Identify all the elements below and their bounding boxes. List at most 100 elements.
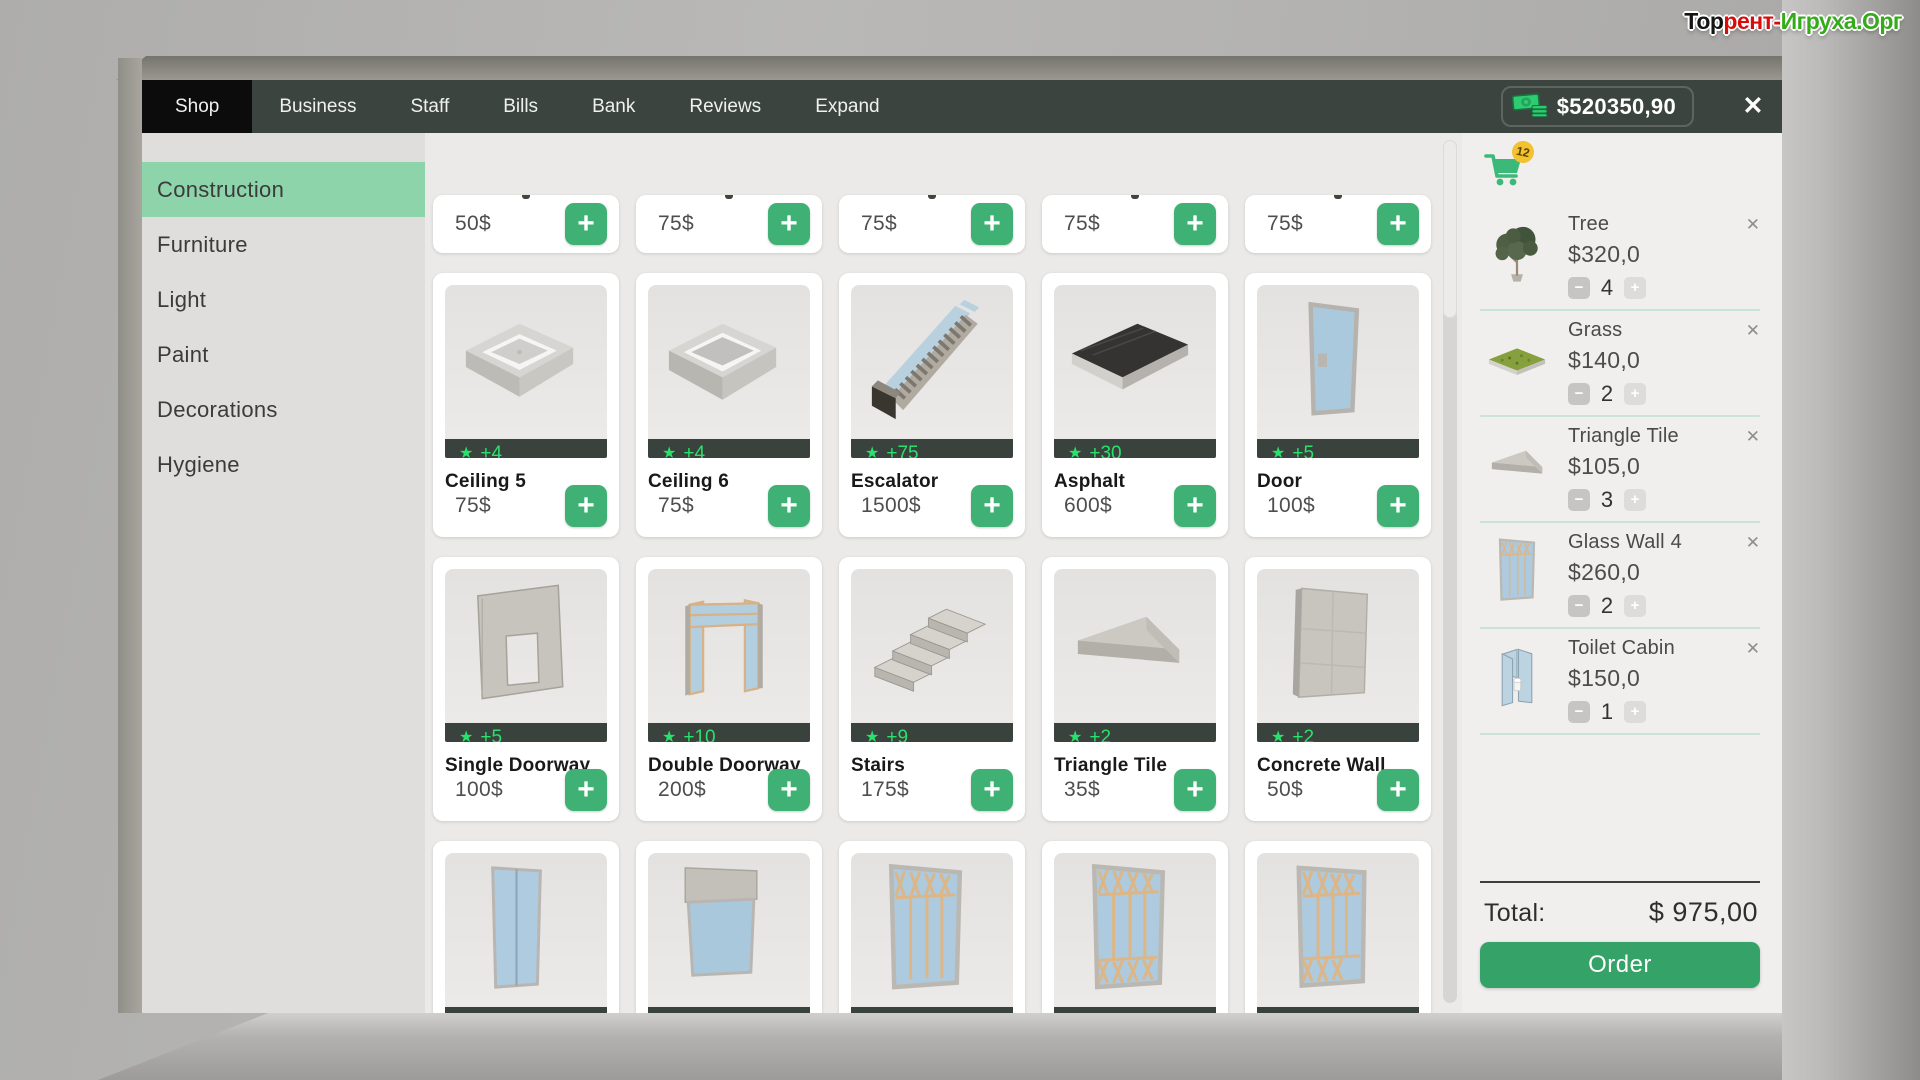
product-card-partial: ★+6 [1245,841,1431,1013]
sidebar-item-furniture[interactable]: Furniture [142,217,425,272]
cart-item-quantity: −2 + [1568,381,1646,407]
rating-ribbon: ★ +4 [648,439,810,458]
add-to-cart-button[interactable]: + [565,769,607,811]
increase-quantity-button[interactable]: + [1624,277,1646,299]
remove-item-button[interactable]: ✕ [1746,321,1760,341]
rating-value: +5 [480,1011,502,1013]
add-to-cart-button[interactable]: + [1377,769,1419,811]
increase-quantity-button[interactable]: + [1624,489,1646,511]
balance-amount: $520350,90 [1556,93,1676,119]
add-to-cart-button[interactable]: + [768,485,810,527]
rating-ribbon: ★+5 [1257,439,1419,458]
cart-footer: Total: $ 975,00 Order [1480,881,1760,988]
close-button[interactable]: ✕ [1724,80,1782,133]
cart-item: Toilet Cabin $150,0 −1 + ✕ [1480,629,1760,729]
product-price-row: 50$ + [445,203,607,245]
product-image [851,285,1013,440]
concrete-wall-icon [1257,569,1419,723]
order-button[interactable]: Order [1480,942,1760,988]
decrease-quantity-button[interactable]: − [1568,383,1590,405]
tab-bank[interactable]: Bank [565,80,662,133]
cart-header: 12 [1480,138,1760,205]
sidebar-item-paint[interactable]: Paint [142,327,425,382]
tab-business[interactable]: Business [252,80,383,133]
product-price: 75$ [861,212,897,235]
product-image [648,569,810,724]
product-price: 1500$ [861,494,921,517]
add-to-cart-button[interactable]: + [768,203,810,245]
rating-value: +10 [683,727,716,742]
add-to-cart-button[interactable]: + [565,485,607,527]
sidebar-item-decorations[interactable]: Decorations [142,382,425,437]
product-thumbnail: ★+6 [851,853,1013,1013]
product-card-partial: 75$ + [1245,195,1431,253]
product-thumbnail: ★+5 [445,853,607,1013]
total-row: Total: $ 975,00 [1484,897,1758,928]
remove-item-button[interactable]: ✕ [1746,215,1760,235]
rating-value: +5 [1292,443,1315,458]
decrease-quantity-button[interactable]: − [1568,595,1590,617]
tab-reviews[interactable]: Reviews [662,80,788,133]
add-to-cart-button[interactable]: + [1174,203,1216,245]
ceiling-panel-b-icon [648,285,810,439]
sidebar-item-construction[interactable]: Construction [142,162,425,217]
remove-item-button[interactable]: ✕ [1746,427,1760,447]
add-to-cart-button[interactable]: + [1377,203,1419,245]
product-thumbnail: ★ +2 [1257,569,1419,742]
cart-item-quantity: −1 + [1568,699,1675,725]
rating-value: +2 [1089,727,1112,742]
rating-value: +5 [480,727,503,742]
product-image [851,853,1013,1008]
sidebar-item-hygiene[interactable]: Hygiene [142,437,425,492]
tab-bills[interactable]: Bills [476,80,565,133]
rating-ribbon: ★+5 [648,1007,810,1013]
product-card-partial: ★+6 [839,841,1025,1013]
scrollbar[interactable] [1443,140,1457,1003]
increase-quantity-button[interactable]: + [1624,595,1646,617]
rating-ribbon: ★+6 [1257,1007,1419,1013]
decrease-quantity-button[interactable]: − [1568,489,1590,511]
product-card: ★ +4 Ceiling 6 75$ + [636,273,822,537]
product-price-row: 75$ + [648,203,810,245]
single-doorway-icon [445,569,607,723]
add-to-cart-button[interactable]: + [565,203,607,245]
add-to-cart-button[interactable]: + [768,769,810,811]
cart-item-info: Grass $140,0 −2 + [1568,317,1646,407]
screen-bezel-top [116,56,1782,80]
stairs-icon [851,569,1013,723]
product-price-row: 175$ + [851,769,1013,811]
cart-item-name: Tree [1568,213,1610,235]
total-label: Total: [1484,899,1546,927]
tab-shop[interactable]: Shop [142,80,253,133]
product-price: 200$ [658,778,706,801]
add-to-cart-button[interactable]: + [971,203,1013,245]
quantity-value: 1 [1600,699,1614,724]
increase-quantity-button[interactable]: + [1624,701,1646,723]
decrease-quantity-button[interactable]: − [1568,277,1590,299]
product-card: ★ +4 Ceiling 5 75$ + [433,273,619,537]
remove-item-button[interactable]: ✕ [1746,533,1760,553]
watermark: Торрент-Игруха.Орг [1684,8,1902,34]
rating-ribbon: ★+6 [1054,1007,1216,1013]
remove-item-button[interactable]: ✕ [1746,639,1760,659]
add-to-cart-button[interactable]: + [1377,485,1419,527]
increase-quantity-button[interactable]: + [1624,383,1646,405]
product-price-row: 75$ + [1054,203,1216,245]
product-price-row: 100$ + [445,769,607,811]
rating-ribbon: ★ +10 [648,723,810,742]
product-image [1257,285,1419,440]
scrollbar-thumb[interactable] [1443,140,1457,318]
add-to-cart-button[interactable]: + [971,485,1013,527]
tab-staff[interactable]: Staff [383,80,476,133]
glass-wall-lattice-icon [1480,533,1554,607]
tab-expand[interactable]: Expand [788,80,906,133]
add-to-cart-button[interactable]: + [971,769,1013,811]
sidebar-item-light[interactable]: Light [142,272,425,327]
add-to-cart-button[interactable]: + [1174,769,1216,811]
product-image [1257,569,1419,724]
decrease-quantity-button[interactable]: − [1568,701,1590,723]
cart-item-price: $320,0 [1568,241,1641,267]
add-to-cart-button[interactable]: + [1174,485,1216,527]
ceiling-panel-a-icon [445,285,607,439]
star-icon: ★ [662,445,677,458]
